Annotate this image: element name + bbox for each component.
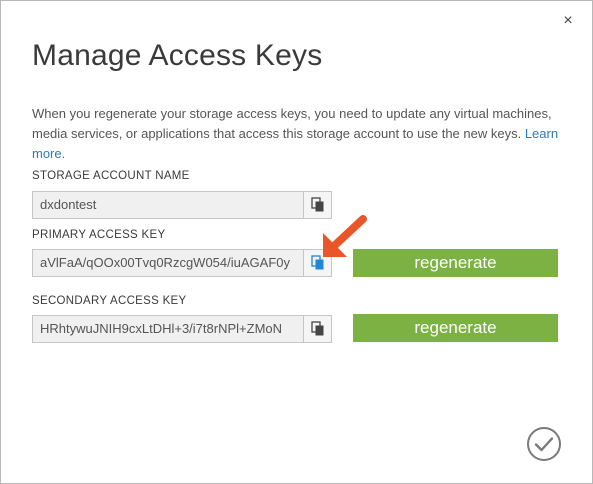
regenerate-primary-button[interactable]: regenerate: [353, 249, 558, 277]
regenerate-secondary-button[interactable]: regenerate: [353, 314, 558, 342]
storage-account-name-field: dxdontest: [32, 191, 332, 219]
primary-access-key-label: PRIMARY ACCESS KEY: [32, 229, 166, 241]
description-text: When you regenerate your storage access …: [32, 106, 552, 141]
primary-access-key-field: aVlFaA/qOOx00Tvq0RzcgW054/iuAGAF0y: [32, 249, 332, 277]
dialog-title: Manage Access Keys: [32, 39, 323, 72]
checkmark-icon[interactable]: [526, 426, 562, 462]
secondary-access-key-value: HRhtywuJNIH9cxLtDHl+3/i7t8rNPl+ZMoN: [40, 321, 283, 336]
close-icon[interactable]: ×: [558, 11, 578, 31]
copy-icon[interactable]: [303, 316, 331, 342]
primary-access-key-value: aVlFaA/qOOx00Tvq0RzcgW054/iuAGAF0y: [40, 255, 290, 270]
manage-access-keys-dialog: × Manage Access Keys When you regenerate…: [0, 0, 593, 484]
secondary-access-key-field: HRhtywuJNIH9cxLtDHl+3/i7t8rNPl+ZMoN: [32, 315, 332, 343]
secondary-access-key-label: SECONDARY ACCESS KEY: [32, 295, 187, 307]
annotation-arrow-icon: [319, 215, 367, 266]
storage-account-name-value: dxdontest: [40, 197, 97, 212]
storage-account-name-label: STORAGE ACCOUNT NAME: [32, 170, 190, 182]
dialog-description: When you regenerate your storage access …: [32, 104, 562, 164]
